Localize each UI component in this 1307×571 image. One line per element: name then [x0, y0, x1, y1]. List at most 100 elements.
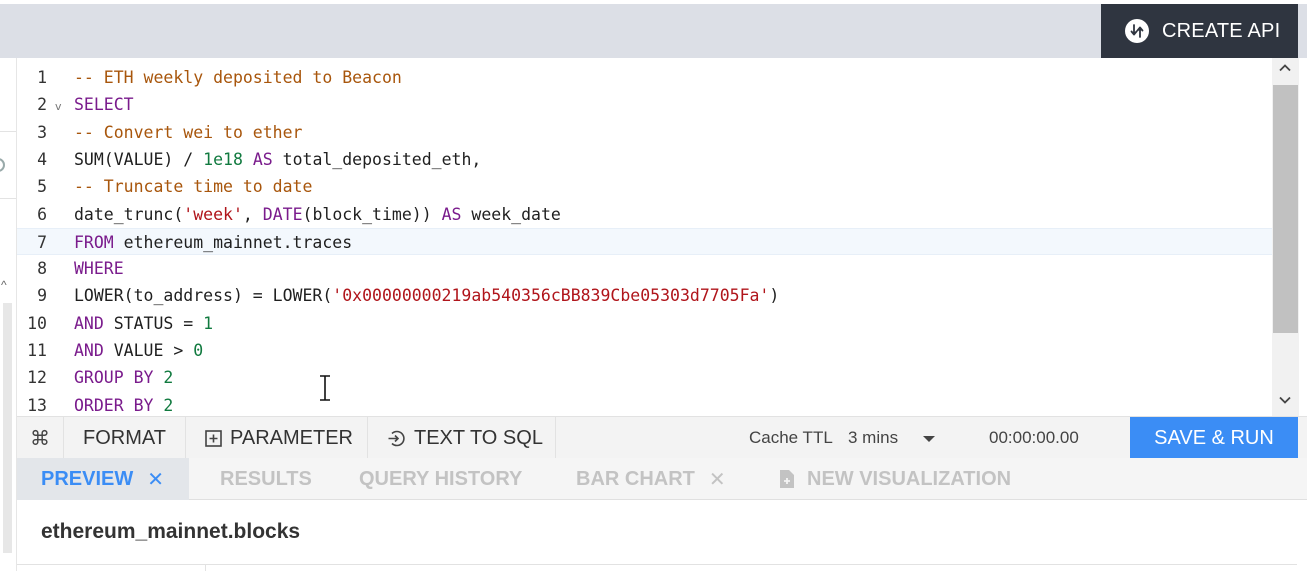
- code-token: ORDER BY: [74, 395, 154, 415]
- chevron-up-icon[interactable]: ^: [1, 278, 7, 292]
- code-token: LOWER(to_address) = LOWER(: [74, 286, 333, 306]
- preview-panel: ethereum_mainnet.blocks: [17, 500, 1307, 571]
- line-number: 10: [27, 313, 47, 333]
- save-run-label: SAVE & RUN: [1154, 426, 1274, 449]
- result-tabs: PREVIEW ✕ RESULTS QUERY HISTORY BAR CHAR…: [17, 458, 1307, 500]
- editor-scrollbar[interactable]: [1272, 58, 1299, 416]
- file-plus-icon: [779, 469, 795, 489]
- tab-bar-chart[interactable]: BAR CHART ✕: [576, 458, 726, 500]
- code-text: date_trunc('week', DATE(block_time)) AS …: [74, 201, 561, 228]
- code-line[interactable]: 2 v SELECT: [17, 91, 1273, 118]
- code-token: 'week': [183, 204, 243, 224]
- radio-icon[interactable]: [0, 158, 5, 172]
- code-token: ethereum_mainnet.traces: [113, 232, 353, 252]
- plus-square-icon: [205, 429, 222, 447]
- cache-ttl-select[interactable]: 3 mins: [848, 417, 938, 459]
- fold-chevron-icon[interactable]: v: [55, 93, 62, 120]
- editor-toolbar: ⌘ FORMAT PARAMETER TEXT TO SQL Cache TTL…: [17, 416, 1307, 459]
- tab-query-history[interactable]: QUERY HISTORY: [359, 458, 522, 500]
- code-text: ORDER BY 2: [74, 392, 173, 416]
- divider: [555, 417, 556, 459]
- code-token: SUM(VALUE) /: [74, 149, 204, 169]
- code-line[interactable]: 13 ORDER BY 2: [17, 392, 1273, 416]
- scrollbar-thumb[interactable]: [1273, 85, 1298, 333]
- command-icon[interactable]: ⌘: [27, 417, 53, 459]
- table-title: ethereum_mainnet.blocks: [41, 520, 301, 543]
- tab-preview-label: PREVIEW: [41, 467, 134, 490]
- divider: [185, 417, 186, 459]
- code-token: -- Truncate time to date: [74, 177, 313, 197]
- save-run-button[interactable]: SAVE & RUN: [1130, 417, 1298, 459]
- divider: [17, 564, 1297, 565]
- sql-editor[interactable]: 1 -- ETH weekly deposited to Beacon 2 v SELE…: [17, 58, 1290, 416]
- code-token: week_date: [461, 204, 561, 224]
- left-panel-scrollbar[interactable]: [3, 303, 12, 553]
- code-line[interactable]: 12 GROUP BY 2: [17, 364, 1273, 391]
- query-timer: 00:00:00.00: [989, 428, 1079, 447]
- text-to-sql-label: TEXT TO SQL: [414, 426, 543, 449]
- tab-results-label: RESULTS: [220, 467, 312, 490]
- left-panel-edge: ^: [0, 58, 17, 571]
- code-line[interactable]: 11 AND VALUE > 0: [17, 337, 1273, 364]
- code-token: 2: [163, 368, 174, 388]
- code-text: -- Convert wei to ether: [74, 119, 302, 146]
- code-token: AND: [74, 313, 104, 333]
- line-number: 4: [37, 149, 47, 169]
- tab-preview[interactable]: PREVIEW ✕: [17, 458, 189, 500]
- code-token: 2: [163, 395, 174, 415]
- code-text: -- ETH weekly deposited to Beacon: [74, 64, 402, 91]
- line-number: 8: [37, 259, 47, 279]
- code-token: AS: [252, 149, 273, 169]
- code-token: '0x00000000219ab540356cBB839Cbe05303d770…: [332, 286, 770, 306]
- code-text: SUM(VALUE) / 1e18 AS total_deposited_eth…: [74, 146, 481, 173]
- code-token: ,: [242, 204, 263, 224]
- code-line[interactable]: 1 -- ETH weekly deposited to Beacon: [17, 64, 1273, 91]
- code-token: WHERE: [74, 259, 124, 279]
- parameter-label: PARAMETER: [230, 426, 353, 449]
- line-number: 11: [27, 341, 47, 360]
- code-line[interactable]: 8 WHERE: [17, 255, 1273, 282]
- divider: [367, 417, 368, 459]
- code-token: -- ETH weekly deposited to Beacon: [74, 68, 402, 87]
- chevron-up-icon[interactable]: [1276, 60, 1294, 80]
- code-text: AND VALUE > 0: [74, 337, 203, 364]
- code-text: -- Truncate time to date: [74, 173, 312, 200]
- swap-vertical-icon: [1125, 19, 1149, 43]
- code-token: GROUP BY: [74, 368, 154, 388]
- code-line[interactable]: 6 date_trunc('week', DATE(block_time)) AS…: [17, 201, 1273, 228]
- tab-new-visualization-label: NEW VISUALIZATION: [807, 467, 1012, 490]
- code-token: STATUS =: [103, 313, 204, 333]
- close-icon[interactable]: ✕: [709, 467, 726, 492]
- code-token: -- Convert wei to ether: [74, 122, 303, 142]
- code-text: FROM ethereum_mainnet.traces: [74, 229, 352, 256]
- code-text: WHERE: [74, 255, 124, 282]
- code-line[interactable]: 10 AND STATUS = 1: [17, 310, 1273, 337]
- code-line[interactable]: 7 FROM ethereum_mainnet.traces: [17, 227, 1273, 256]
- code-line[interactable]: 4 SUM(VALUE) / 1e18 AS total_deposited_et…: [17, 146, 1273, 173]
- line-number: 2: [37, 95, 47, 115]
- parameter-button[interactable]: PARAMETER: [205, 417, 353, 459]
- text-to-sql-button[interactable]: TEXT TO SQL: [387, 417, 543, 459]
- code-token: 0: [193, 341, 204, 360]
- line-number: 9: [37, 286, 47, 306]
- close-icon[interactable]: ✕: [147, 467, 164, 492]
- code-line[interactable]: 5 -- Truncate time to date: [17, 173, 1273, 200]
- create-api-label: CREATE API: [1162, 19, 1281, 42]
- tab-query-history-label: QUERY HISTORY: [359, 467, 523, 490]
- text-cursor-icon: [320, 375, 330, 401]
- chevron-down-icon[interactable]: [1276, 392, 1294, 412]
- code-text: SELECT: [74, 91, 134, 118]
- code-line[interactable]: 9 LOWER(to_address) = LOWER('0x0000000021…: [17, 282, 1273, 309]
- tab-results[interactable]: RESULTS: [220, 458, 312, 500]
- code-token: 1e18: [203, 149, 243, 169]
- code-token: (block_time)): [302, 204, 442, 224]
- format-button[interactable]: FORMAT: [83, 417, 166, 459]
- tab-new-visualization[interactable]: NEW VISUALIZATION: [779, 458, 1011, 500]
- code-token: date_trunc(: [74, 204, 184, 224]
- create-api-button[interactable]: CREATE API: [1101, 4, 1298, 58]
- line-number: 7: [37, 232, 47, 252]
- login-arrow-icon: [387, 429, 406, 448]
- divider: [205, 564, 206, 571]
- code-line[interactable]: 3 -- Convert wei to ether: [17, 119, 1273, 146]
- divider: [63, 417, 64, 459]
